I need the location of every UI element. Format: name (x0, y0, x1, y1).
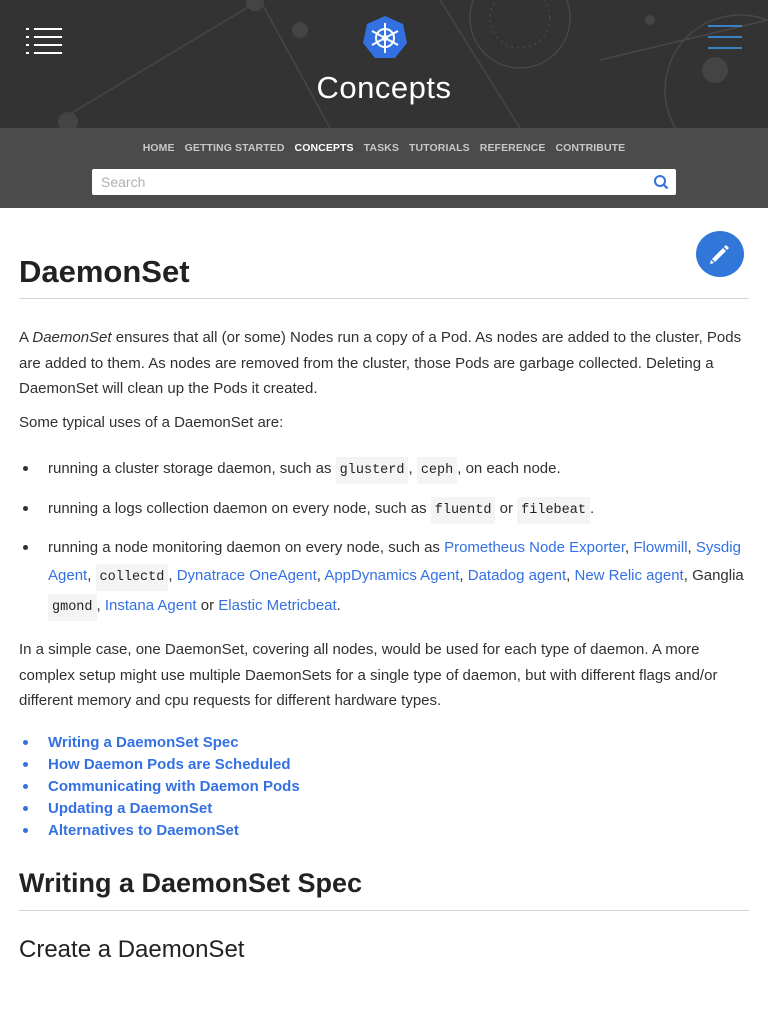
link-flowmill[interactable]: Flowmill (633, 539, 687, 556)
code-ceph: ceph (416, 457, 458, 484)
main-nav: HOME GETTING STARTED CONCEPTS TASKS TUTO… (0, 142, 768, 154)
nav-contribute[interactable]: CONTRIBUTE (555, 142, 625, 154)
link-instana-agent[interactable]: Instana Agent (105, 597, 197, 614)
toc-link-communicating[interactable]: Communicating with Daemon Pods (23, 776, 300, 798)
search-input[interactable] (92, 169, 641, 195)
nav-concepts[interactable]: CONCEPTS (295, 142, 354, 154)
toc-link-writing-spec[interactable]: Writing a DaemonSet Spec (23, 732, 300, 754)
section-heading-writing-spec: Writing a DaemonSet Spec (19, 868, 363, 898)
nav-getting-started[interactable]: GETTING STARTED (185, 142, 285, 154)
intro-paragraph: A DaemonSet ensures that all (or some) N… (19, 329, 742, 397)
page-header-title: Concepts (316, 70, 452, 105)
nav-reference[interactable]: REFERENCE (480, 142, 546, 154)
sidebar-menu-icon[interactable] (26, 28, 62, 54)
section-divider (19, 910, 749, 911)
list-item: running a node monitoring daemon on ever… (23, 534, 748, 622)
pencil-icon (710, 245, 729, 264)
edit-page-button[interactable] (696, 231, 744, 277)
page-header: Concepts (0, 0, 768, 128)
nav-tasks[interactable]: TASKS (364, 142, 399, 154)
hamburger-menu-icon[interactable] (708, 25, 742, 49)
kubernetes-helm-icon[interactable] (362, 15, 408, 59)
title-divider (19, 298, 749, 299)
link-datadog-agent[interactable]: Datadog agent (468, 567, 566, 584)
code-collectd: collectd (95, 564, 169, 591)
code-gmond: gmond (48, 594, 97, 621)
link-new-relic-agent[interactable]: New Relic agent (575, 567, 684, 584)
uses-intro: Some typical uses of a DaemonSet are: (19, 414, 284, 431)
list-item: running a logs collection daemon on ever… (23, 495, 748, 525)
page-title: DaemonSet (19, 254, 190, 289)
subsection-heading-create: Create a DaemonSet (19, 936, 245, 963)
nav-home[interactable]: HOME (143, 142, 175, 154)
toc-link-updating[interactable]: Updating a DaemonSet (23, 798, 300, 820)
link-prometheus-node-exporter[interactable]: Prometheus Node Exporter (444, 539, 625, 556)
list-item: running a cluster storage daemon, such a… (23, 455, 748, 485)
daemonset-term: DaemonSet (32, 329, 112, 346)
link-dynatrace-oneagent[interactable]: Dynatrace OneAgent (177, 567, 317, 584)
link-elastic-metricbeat[interactable]: Elastic Metricbeat (218, 597, 336, 614)
toc-list: Writing a DaemonSet Spec How Daemon Pods… (23, 732, 300, 842)
search-icon[interactable] (653, 174, 669, 190)
toc-link-daemon-pods-scheduled[interactable]: How Daemon Pods are Scheduled (23, 754, 300, 776)
nav-tutorials[interactable]: TUTORIALS (409, 142, 470, 154)
code-fluentd: fluentd (430, 497, 496, 524)
toc-link-alternatives[interactable]: Alternatives to DaemonSet (23, 820, 300, 842)
link-appdynamics-agent[interactable]: AppDynamics Agent (324, 567, 459, 584)
code-glusterd: glusterd (335, 457, 409, 484)
search-box (92, 169, 676, 195)
code-filebeat: filebeat (517, 497, 590, 524)
nav-bar: HOME GETTING STARTED CONCEPTS TASKS TUTO… (0, 128, 768, 208)
simple-case-paragraph: In a simple case, one DaemonSet, coverin… (19, 641, 718, 709)
